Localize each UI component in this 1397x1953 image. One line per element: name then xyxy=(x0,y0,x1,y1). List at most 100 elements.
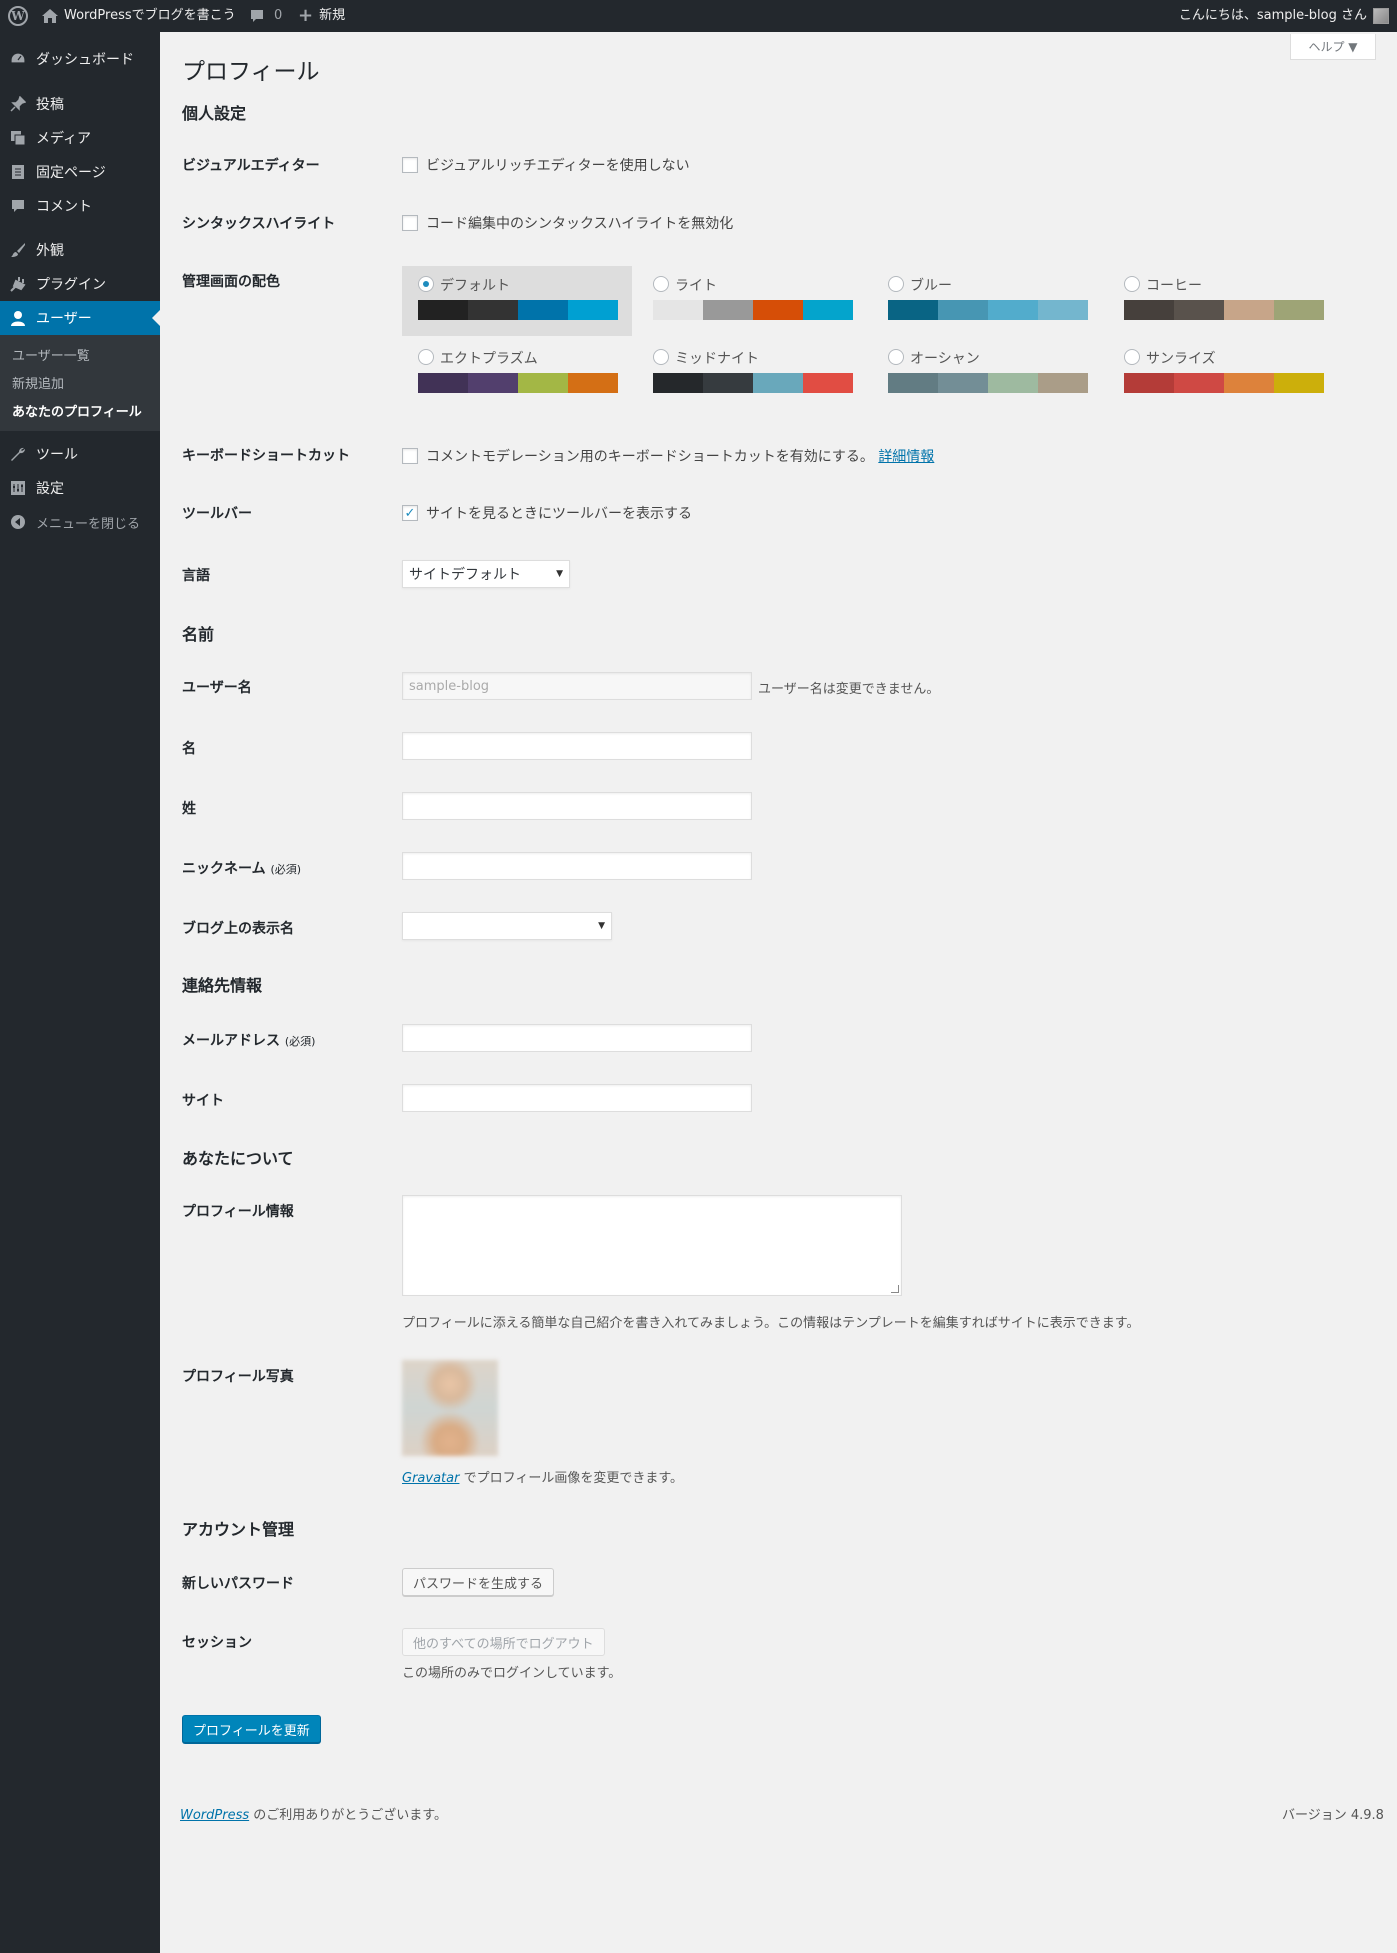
color-swatch xyxy=(1274,300,1324,320)
nickname-field[interactable] xyxy=(402,852,752,880)
color-swatch xyxy=(888,373,938,393)
visual-editor-label: ビジュアルエディター xyxy=(182,158,320,174)
wordpress-logo-menu[interactable]: W xyxy=(4,0,32,32)
radio-button[interactable] xyxy=(653,349,669,365)
language-select[interactable]: サイトデフォルト ▼ xyxy=(402,560,570,588)
email-field[interactable] xyxy=(402,1024,752,1052)
admin-toolbar: W WordPressでブログを書こう 0 + 新規 こんにちは、sample-… xyxy=(0,0,1397,32)
syntax-highlight-checkbox[interactable] xyxy=(402,215,418,231)
color-swatch xyxy=(518,300,568,320)
color-scheme-option[interactable]: サンライズ xyxy=(1108,339,1338,409)
site-name-link[interactable]: WordPressでブログを書こう xyxy=(42,0,236,32)
user-icon xyxy=(0,310,36,326)
menu-item-pages[interactable]: 固定ページ xyxy=(0,155,160,189)
menu-item-dashboard[interactable]: ダッシュボード xyxy=(0,42,160,76)
visual-editor-checkbox[interactable] xyxy=(402,157,418,173)
bio-label: プロフィール情報 xyxy=(182,1204,294,1220)
radio-button[interactable] xyxy=(888,349,904,365)
wordpress-logo-icon: W xyxy=(8,6,28,26)
color-scheme-option[interactable]: ライト xyxy=(637,266,867,336)
color-swatch-strip xyxy=(653,300,853,320)
menu-item-posts[interactable]: 投稿 xyxy=(0,87,160,121)
toolbar-checkbox[interactable]: ✓ xyxy=(402,505,418,521)
menu-item-media[interactable]: メディア xyxy=(0,121,160,155)
keyboard-shortcuts-checkbox[interactable] xyxy=(402,448,418,464)
radio-button[interactable] xyxy=(418,349,434,365)
footer-version: バージョン 4.9.8 xyxy=(1282,1808,1384,1823)
menu-item-users[interactable]: ユーザー xyxy=(0,301,160,335)
color-scheme-option[interactable]: ブルー xyxy=(872,266,1102,336)
syntax-highlight-label: シンタックスハイライト xyxy=(182,216,336,232)
menu-item-tools[interactable]: ツール xyxy=(0,437,160,471)
media-icon xyxy=(0,130,36,146)
radio-button[interactable] xyxy=(1124,276,1140,292)
color-swatch-strip xyxy=(888,373,1088,393)
color-swatch xyxy=(468,373,518,393)
footer-thanks-text: のご利用ありがとうございます。 xyxy=(249,1808,447,1823)
visual-editor-text: ビジュアルリッチエディターを使用しない xyxy=(426,158,690,174)
admin-sidebar: ダッシュボード 投稿 メディア 固定ページ コメント 外観 プラグイン ユーザー… xyxy=(0,32,160,1953)
resize-handle-icon[interactable] xyxy=(891,1285,899,1293)
language-label: 言語 xyxy=(182,568,210,584)
radio-button[interactable] xyxy=(888,276,904,292)
submenu-your-profile[interactable]: あなたのプロフィール xyxy=(12,401,142,420)
comment-icon xyxy=(0,199,36,213)
help-tab[interactable]: ヘルプ ▼ xyxy=(1290,34,1376,60)
color-scheme-option[interactable]: デフォルト xyxy=(402,266,632,336)
update-profile-button[interactable]: プロフィールを更新 xyxy=(182,1715,321,1743)
color-swatch-strip xyxy=(418,300,618,320)
language-value: サイトデフォルト xyxy=(409,567,521,583)
bio-textarea[interactable] xyxy=(402,1195,902,1296)
display-name-select[interactable]: ▼ xyxy=(402,912,612,940)
more-info-link[interactable]: 詳細情報 xyxy=(878,449,934,465)
menu-label: メニューを閉じる xyxy=(36,516,141,532)
submenu-add-new[interactable]: 新規追加 xyxy=(12,373,64,392)
email-label-text: メールアドレス xyxy=(182,1033,280,1049)
radio-button[interactable] xyxy=(418,276,434,292)
required-note: (必須) xyxy=(270,863,302,876)
color-swatch xyxy=(1274,373,1324,393)
new-label: 新規 xyxy=(319,8,346,23)
section-title-name: 名前 xyxy=(182,625,215,644)
last-name-label: 姓 xyxy=(182,801,196,817)
color-scheme-name: ブルー xyxy=(910,278,952,294)
color-swatch-strip xyxy=(653,373,853,393)
toolbar-text: サイトを見るときにツールバーを表示する xyxy=(426,506,692,522)
color-scheme-option[interactable]: オーシャン xyxy=(872,339,1102,409)
color-scheme-name: オーシャン xyxy=(910,351,980,367)
comments-count: 0 xyxy=(274,8,283,23)
settings-icon xyxy=(0,481,36,495)
greeting-text: こんにちは、sample-blog さん xyxy=(1178,8,1367,23)
website-field[interactable] xyxy=(402,1084,752,1112)
first-name-field[interactable] xyxy=(402,732,752,760)
radio-button[interactable] xyxy=(653,276,669,292)
color-scheme-option[interactable]: エクトプラズム xyxy=(402,339,632,409)
comments-link[interactable]: 0 xyxy=(250,0,282,32)
color-scheme-name: ミッドナイト xyxy=(675,351,759,367)
gravatar-link[interactable]: Gravatar xyxy=(402,1471,459,1486)
color-scheme-option[interactable]: コーヒー xyxy=(1108,266,1338,336)
wordpress-link[interactable]: WordPress xyxy=(180,1808,249,1823)
menu-label: 投稿 xyxy=(36,97,64,113)
radio-button[interactable] xyxy=(1124,349,1140,365)
menu-item-comments[interactable]: コメント xyxy=(0,189,160,223)
color-swatch xyxy=(1038,300,1088,320)
menu-item-plugins[interactable]: プラグイン xyxy=(0,267,160,301)
section-title-personal: 個人設定 xyxy=(182,104,247,123)
new-content-menu[interactable]: + 新規 xyxy=(298,0,345,32)
my-account-menu[interactable]: こんにちは、sample-blog さん xyxy=(1179,0,1389,32)
collapse-menu-button[interactable]: メニューを閉じる xyxy=(0,505,160,539)
color-swatch xyxy=(468,300,518,320)
last-name-field[interactable] xyxy=(402,792,752,820)
color-swatch xyxy=(568,373,618,393)
display-name-label: ブログ上の表示名 xyxy=(182,921,294,937)
menu-item-appearance[interactable]: 外観 xyxy=(0,233,160,267)
keyboard-shortcuts-label: キーボードショートカット xyxy=(182,448,350,464)
menu-item-settings[interactable]: 設定 xyxy=(0,471,160,505)
color-scheme-name: デフォルト xyxy=(440,278,510,294)
submenu-user-list[interactable]: ユーザー一覧 xyxy=(12,345,90,364)
color-scheme-option[interactable]: ミッドナイト xyxy=(637,339,867,409)
syntax-highlight-text: コード編集中のシンタックスハイライトを無効化 xyxy=(426,216,734,232)
generate-password-button[interactable]: パスワードを生成する xyxy=(402,1568,555,1596)
dashboard-icon xyxy=(0,52,36,66)
